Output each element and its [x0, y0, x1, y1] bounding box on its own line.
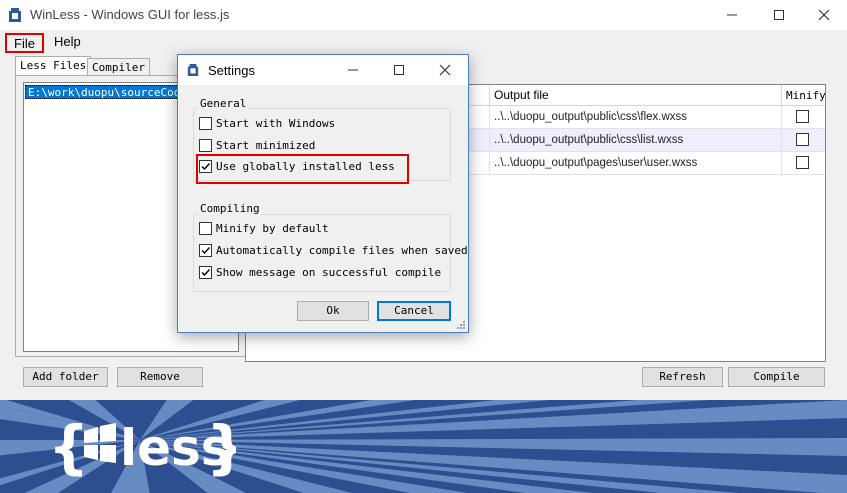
- title-bar: WinLess - Windows GUI for less.js: [0, 0, 847, 30]
- remove-button[interactable]: Remove: [117, 367, 203, 387]
- ok-button[interactable]: Ok: [297, 301, 369, 321]
- close-icon: [439, 64, 451, 76]
- minify-checkbox[interactable]: [796, 110, 809, 123]
- close-icon: [818, 9, 830, 21]
- menu-bar: File Help: [0, 30, 847, 54]
- settings-dialog: Settings General Start with Windows Star…: [177, 54, 469, 333]
- minify-checkbox[interactable]: [796, 133, 809, 146]
- minimize-icon: [727, 14, 737, 16]
- maximize-icon: [394, 65, 404, 75]
- compile-button[interactable]: Compile: [728, 367, 825, 387]
- menu-help[interactable]: Help: [48, 33, 87, 53]
- settings-title: Settings: [208, 63, 255, 78]
- app-icon: [187, 64, 199, 76]
- app-icon: [9, 8, 21, 22]
- tab-less-files[interactable]: Less Files: [15, 56, 92, 76]
- start-minimized-option[interactable]: Start minimized: [199, 138, 315, 154]
- minimize-icon: [348, 69, 358, 71]
- output-file-cell: ..\..\duopu_output\public\css\flex.wxss: [489, 106, 781, 129]
- close-button[interactable]: [801, 0, 847, 30]
- settings-minimize-button[interactable]: [330, 55, 376, 85]
- option-label: Show message on successful compile: [216, 266, 442, 279]
- settings-close-button[interactable]: [422, 55, 468, 85]
- maximize-icon: [774, 10, 784, 20]
- general-group-label: General: [198, 97, 249, 110]
- option-label: Start minimized: [216, 139, 316, 152]
- start-with-windows-option[interactable]: Start with Windows: [199, 116, 335, 132]
- minify-checkbox[interactable]: [796, 156, 809, 169]
- cancel-button[interactable]: Cancel: [377, 301, 451, 321]
- auto-compile-checkbox[interactable]: [199, 244, 212, 257]
- option-label: Minify by default: [216, 222, 329, 235]
- svg-text:{: {: [48, 413, 89, 481]
- folder-item-selected[interactable]: E:\work\duopu\sourceCode\: [25, 85, 197, 99]
- minimize-button[interactable]: [709, 0, 755, 30]
- minify-cell: [781, 129, 825, 152]
- column-output-file[interactable]: Output file: [489, 85, 781, 106]
- refresh-button[interactable]: Refresh: [642, 367, 723, 387]
- compiling-group-label: Compiling: [198, 202, 262, 215]
- settings-title-bar: Settings: [178, 55, 468, 85]
- maximize-button[interactable]: [756, 0, 802, 30]
- minify-cell: [781, 152, 825, 175]
- auto-compile-option[interactable]: Automatically compile files when saved: [199, 243, 468, 259]
- option-label: Automatically compile files when saved: [216, 244, 468, 257]
- size-grip-icon[interactable]: [456, 320, 466, 330]
- option-label: Start with Windows: [216, 117, 336, 130]
- less-logo: { less }: [48, 413, 236, 481]
- minify-cell: [781, 106, 825, 129]
- checkmark-icon: [201, 269, 211, 277]
- start-minimized-checkbox[interactable]: [199, 139, 212, 152]
- output-file-cell: ..\..\duopu_output\public\css\list.wxss: [489, 129, 781, 152]
- window-title: WinLess - Windows GUI for less.js: [30, 7, 230, 22]
- checkmark-icon: [201, 247, 211, 255]
- add-folder-button[interactable]: Add folder: [23, 367, 108, 387]
- column-minify[interactable]: Minify: [781, 85, 825, 106]
- show-message-checkbox[interactable]: [199, 266, 212, 279]
- show-message-option[interactable]: Show message on successful compile: [199, 265, 441, 281]
- settings-maximize-button[interactable]: [376, 55, 422, 85]
- minify-default-checkbox[interactable]: [199, 222, 212, 235]
- svg-text:}: }: [206, 413, 236, 481]
- highlight-box: [196, 154, 409, 184]
- menu-file[interactable]: File: [5, 33, 44, 53]
- start-with-windows-checkbox[interactable]: [199, 117, 212, 130]
- minify-default-option[interactable]: Minify by default: [199, 221, 329, 237]
- output-file-cell: ..\..\duopu_output\pages\user\user.wxss: [489, 152, 781, 175]
